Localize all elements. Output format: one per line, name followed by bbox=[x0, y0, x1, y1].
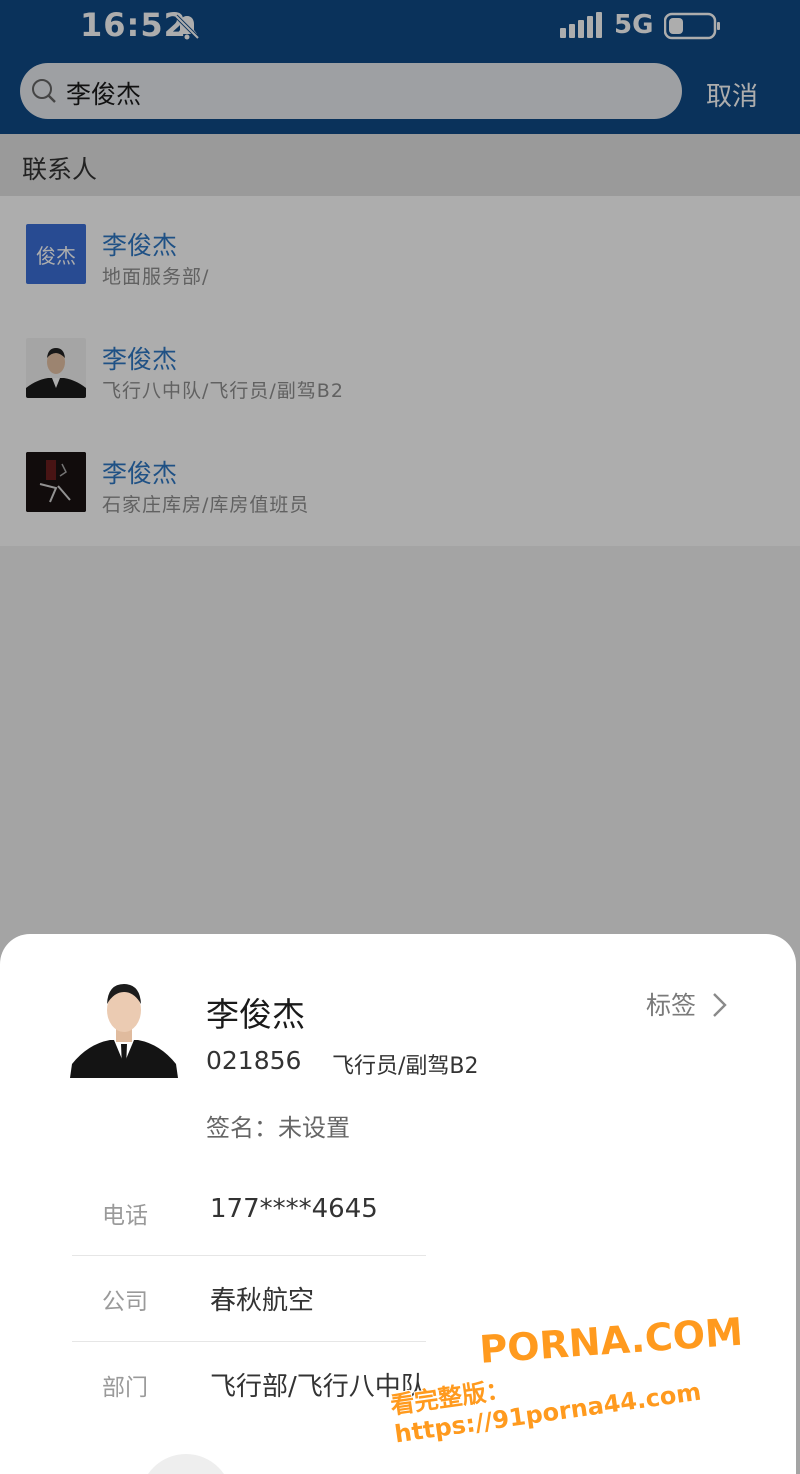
signature: 签名：未设置 bbox=[206, 1114, 350, 1142]
profile-name: 李俊杰 bbox=[206, 995, 305, 1034]
chevron-right-icon[interactable] bbox=[708, 990, 730, 1020]
action-button[interactable] bbox=[140, 1454, 232, 1474]
department-label: 部门 bbox=[102, 1375, 148, 1401]
department-row: 部门 飞行部/飞行八中队 bbox=[72, 1342, 426, 1428]
company-label: 公司 bbox=[102, 1289, 148, 1315]
company-row: 公司 春秋航空 bbox=[72, 1256, 426, 1342]
phone-label: 电话 bbox=[102, 1203, 148, 1229]
employee-id: 021856 bbox=[206, 1046, 302, 1075]
tags-link[interactable]: 标签 bbox=[646, 986, 696, 1022]
employee-role: 飞行员/副驾B2 bbox=[332, 1054, 479, 1079]
company-value: 春秋航空 bbox=[210, 1286, 315, 1316]
phone-value[interactable]: 177****4645 bbox=[210, 1194, 426, 1224]
phone-row[interactable]: 电话 177****4645 bbox=[72, 1170, 426, 1256]
profile-photo bbox=[70, 978, 178, 1078]
